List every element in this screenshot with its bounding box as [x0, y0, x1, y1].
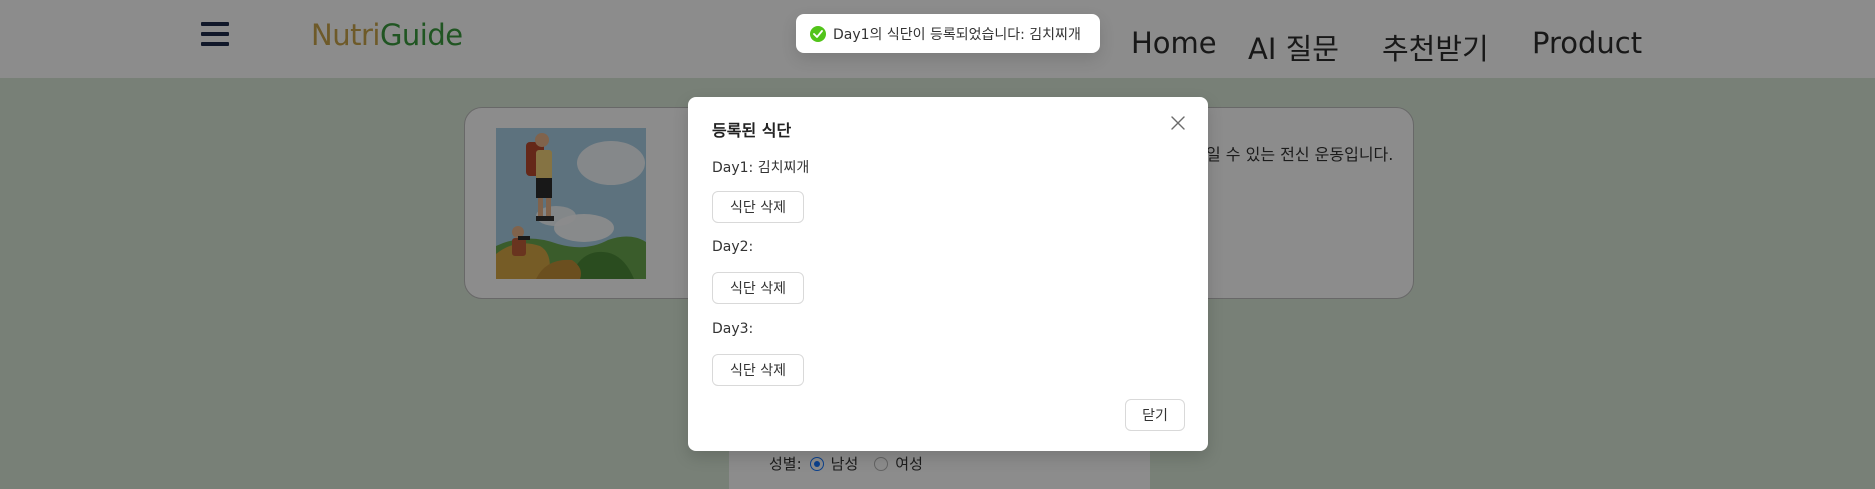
registered-meals-modal: 등록된 식단 Day1: 김치찌개 식단 삭제 Day2: 식단 삭제 Day3…	[688, 97, 1208, 451]
day2-delete-button[interactable]: 식단 삭제	[712, 272, 804, 304]
toast-notification: Day1의 식단이 등록되었습니다: 김치찌개	[796, 14, 1100, 53]
day3-label: Day3:	[712, 321, 754, 337]
close-button[interactable]: 닫기	[1125, 399, 1185, 431]
modal-title: 등록된 식단	[712, 121, 792, 140]
day1-delete-button[interactable]: 식단 삭제	[712, 191, 804, 223]
success-check-icon	[810, 26, 826, 42]
day3-delete-button[interactable]: 식단 삭제	[712, 354, 804, 386]
toast-message: Day1의 식단이 등록되었습니다: 김치찌개	[833, 27, 1081, 43]
close-icon[interactable]	[1170, 115, 1186, 131]
day1-label: Day1: 김치찌개	[712, 160, 810, 176]
day2-label: Day2:	[712, 239, 754, 255]
